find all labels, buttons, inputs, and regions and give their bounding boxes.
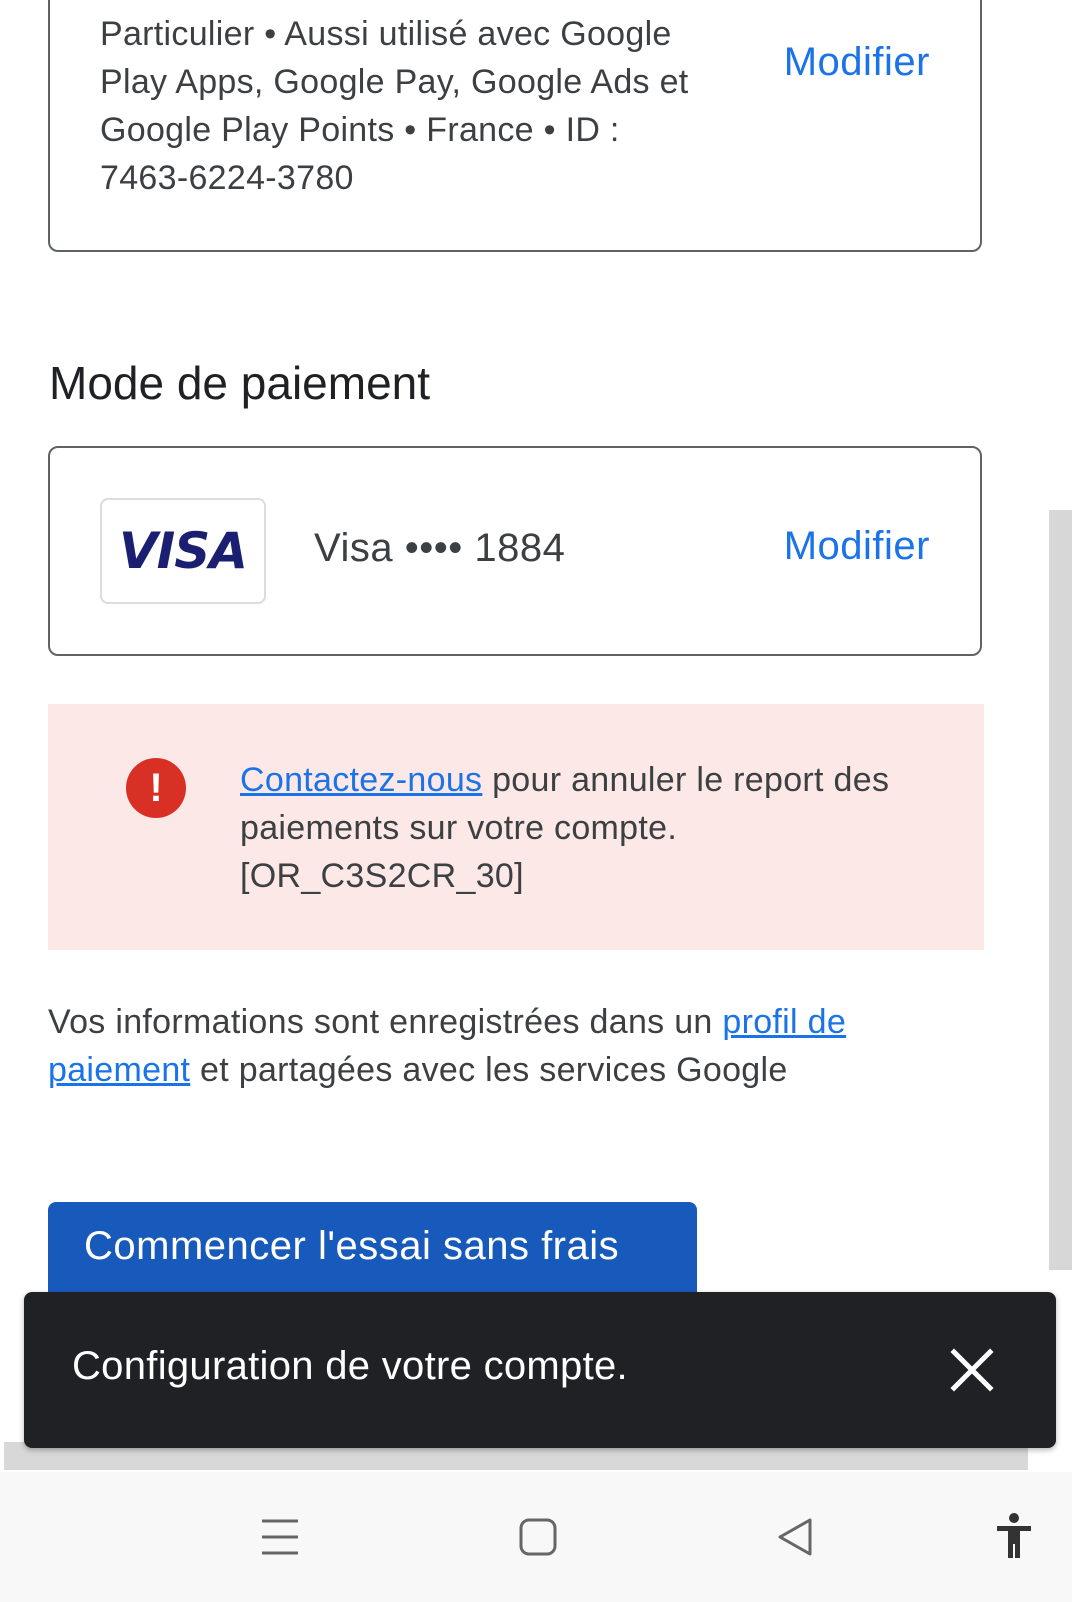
account-card: Particulier • Aussi utilisé avec Google … (48, 0, 982, 252)
info-suffix: et partagées avec les services Google (190, 1051, 788, 1089)
recent-apps-icon[interactable] (232, 1472, 328, 1602)
error-icon: ! (126, 758, 186, 818)
home-icon[interactable] (490, 1472, 586, 1602)
error-banner: ! Contactez-nous pour annuler le report … (48, 704, 984, 950)
info-prefix: Vos informations sont enregistrées dans … (48, 1003, 723, 1041)
error-message: Contactez-nous pour annuler le report de… (240, 756, 920, 900)
scrollbar[interactable] (1049, 510, 1072, 1270)
account-details: Particulier • Aussi utilisé avec Google … (100, 15, 689, 197)
card-label: Visa •••• 1884 (314, 526, 566, 570)
contact-us-link[interactable]: Contactez-nous (240, 761, 482, 799)
visa-logo: VISA (100, 498, 266, 604)
modify-account-link[interactable]: Modifier (784, 40, 930, 85)
accessibility-icon[interactable] (966, 1472, 1062, 1602)
payment-section-title: Mode de paiement (49, 357, 431, 409)
snackbar: Configuration de votre compte. (24, 1292, 1056, 1448)
start-free-trial-button[interactable]: Commencer l'essai sans frais (48, 1202, 697, 1302)
back-icon[interactable] (748, 1472, 844, 1602)
modify-payment-link[interactable]: Modifier (784, 524, 930, 569)
payment-profile-info: Vos informations sont enregistrées dans … (48, 998, 948, 1094)
snackbar-message: Configuration de votre compte. (72, 1344, 628, 1388)
system-navigation-bar (0, 1472, 1072, 1602)
visa-logo-text: VISA (118, 522, 248, 580)
payment-method-card: VISA Visa •••• 1884 Modifier (48, 446, 982, 656)
close-icon[interactable] (944, 1342, 1000, 1398)
payment-page: Particulier • Aussi utilisé avec Google … (0, 0, 1072, 1602)
